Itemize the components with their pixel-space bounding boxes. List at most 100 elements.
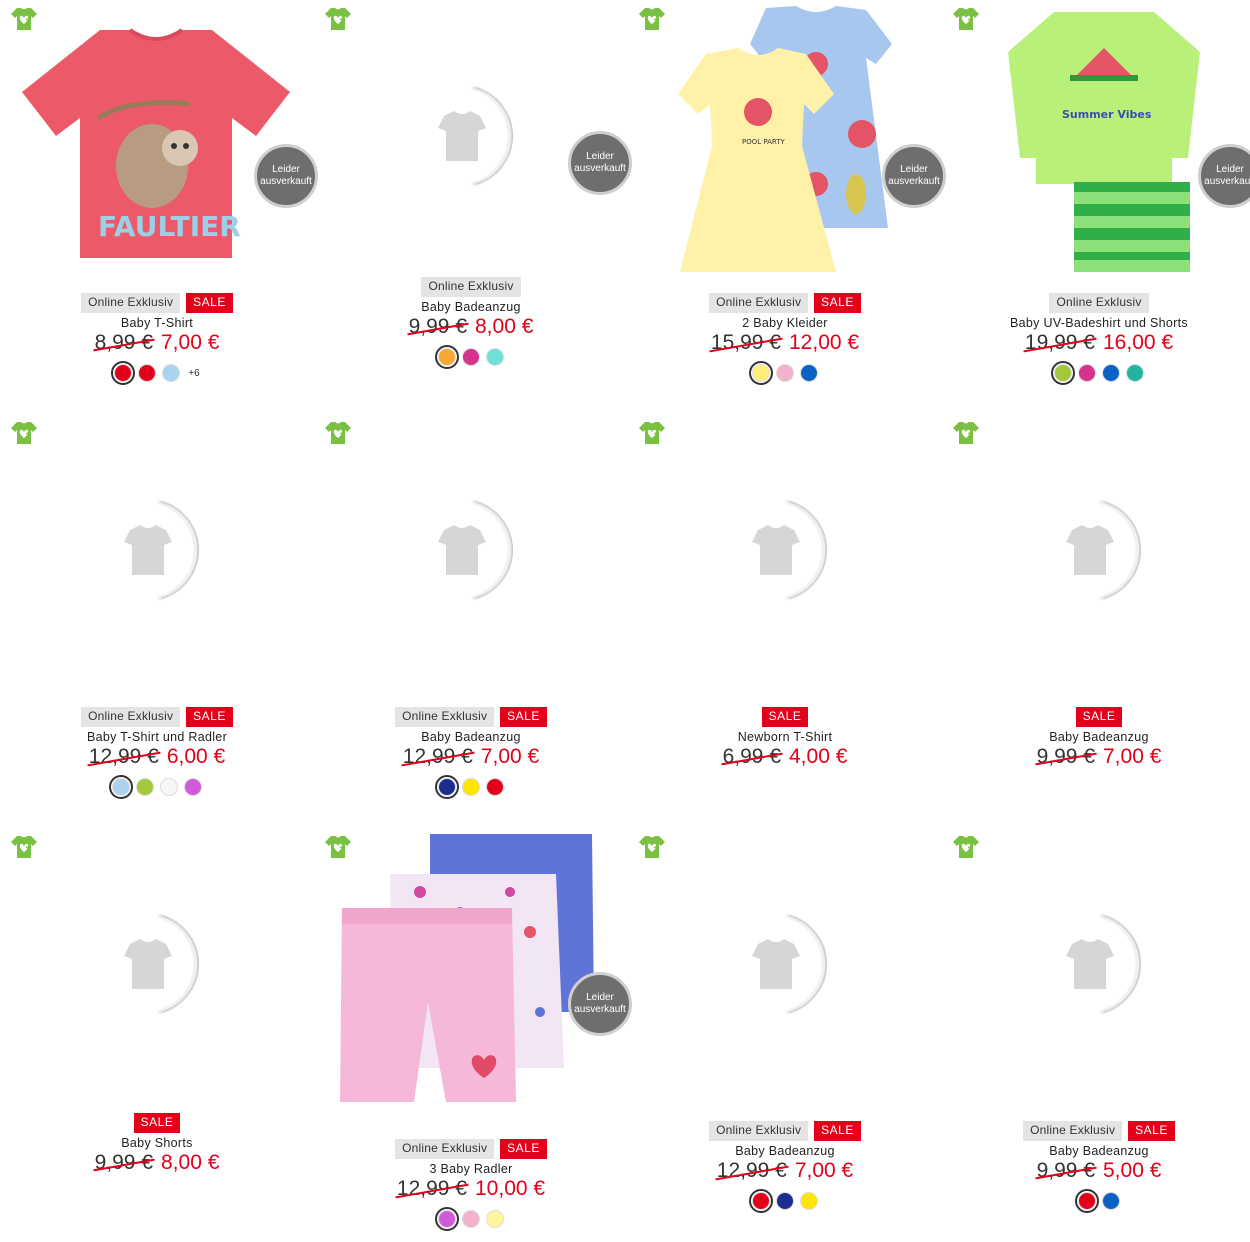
product-name[interactable]: Newborn T-Shirt — [628, 730, 942, 744]
swimshirt-image[interactable]: Summer Vibes — [1004, 8, 1204, 276]
product-image-area[interactable] — [8, 828, 308, 1108]
product-card[interactable]: Leider ausverkauft Online Exklusiv Baby Bad… — [314, 0, 632, 414]
product-image-area[interactable] — [636, 414, 936, 694]
leggings-image[interactable] — [330, 832, 620, 1106]
product-image-area[interactable]: POOL PARTY — [636, 0, 936, 280]
product-card[interactable]: Leider ausverkauft Online Exklusiv SALE 3 Ba… — [314, 828, 632, 1242]
color-swatch[interactable] — [486, 348, 504, 366]
placeholder-image[interactable] — [404, 490, 524, 610]
product-card[interactable]: FAULTIER Leider ausverkauft Online Exklusiv… — [0, 0, 318, 414]
price-row: 12,99 € 7,00 € — [628, 1159, 942, 1183]
product-image-area[interactable]: Summer Vibes — [950, 0, 1250, 280]
online-exclusive-badge: Online Exklusiv — [395, 707, 495, 727]
color-swatch[interactable] — [435, 775, 459, 799]
color-swatch[interactable] — [109, 775, 133, 799]
sale-price: 5,00 € — [1103, 1159, 1162, 1182]
product-card[interactable]: Summer Vibes Leiderausverkauft Online Exkl… — [942, 0, 1250, 414]
product-name[interactable]: 3 Baby Radler — [314, 1162, 628, 1176]
placeholder-image[interactable] — [90, 490, 210, 610]
product-name[interactable]: Baby Badeanzug — [314, 730, 628, 744]
online-exclusive-badge: Online Exklusiv — [709, 293, 809, 313]
product-name[interactable]: Baby Badeanzug — [942, 1144, 1250, 1158]
product-image-area[interactable] — [950, 414, 1250, 694]
color-swatch[interactable] — [1102, 1192, 1120, 1210]
badge-row: Online Exklusiv — [314, 277, 628, 297]
sale-badge: SALE — [814, 1121, 861, 1141]
more-colors-count[interactable]: +6 — [188, 368, 199, 379]
color-swatch[interactable] — [749, 361, 773, 385]
product-name[interactable]: Baby Badeanzug — [628, 1144, 942, 1158]
sale-price: 8,00 € — [475, 315, 534, 338]
color-swatch[interactable] — [184, 778, 202, 796]
color-swatch[interactable] — [160, 778, 178, 796]
color-swatch[interactable] — [800, 364, 818, 382]
color-swatch[interactable] — [1078, 364, 1096, 382]
product-card[interactable]: SALE Baby Badeanzug 9,99 € 7,00 € — [942, 414, 1250, 828]
product-image-area[interactable] — [636, 828, 936, 1108]
product-card[interactable]: POOL PARTY Leider ausverkauft Online Exklus… — [628, 0, 946, 414]
product-info: SALE Baby Shorts 9,99 € 8,00 € — [0, 1113, 314, 1175]
product-card[interactable]: Online Exklusiv SALE Baby Badeanzug 12,99 €… — [314, 414, 628, 828]
product-name[interactable]: Baby UV-Badeshirt und Shorts — [942, 316, 1250, 330]
placeholder-image[interactable] — [718, 490, 838, 610]
product-image-area[interactable] — [950, 828, 1250, 1108]
price-row: 9,99 € 8,00 € — [314, 315, 628, 339]
online-exclusive-badge: Online Exklusiv — [709, 1121, 809, 1141]
product-name[interactable]: Baby Shorts — [0, 1136, 314, 1150]
product-card[interactable]: Online Exklusiv SALE Baby Badeanzug 12,99 €… — [628, 828, 942, 1242]
sloth-tshirt-image[interactable]: FAULTIER — [20, 26, 292, 262]
old-price: 12,99 € — [716, 1159, 787, 1182]
placeholder-image[interactable] — [1032, 490, 1152, 610]
color-swatch[interactable] — [800, 1192, 818, 1210]
product-image-area[interactable] — [322, 828, 622, 1108]
product-name[interactable]: Baby T-Shirt — [0, 316, 314, 330]
badge-row: Online Exklusiv SALE — [628, 1121, 942, 1141]
product-name[interactable]: Baby T-Shirt und Radler — [0, 730, 314, 744]
color-swatch[interactable] — [776, 364, 794, 382]
color-swatch[interactable] — [435, 1207, 459, 1231]
color-swatch[interactable] — [462, 348, 480, 366]
badge-row: Online Exklusiv SALE — [0, 707, 314, 727]
color-swatch[interactable] — [462, 1210, 480, 1228]
color-swatch[interactable] — [1126, 364, 1144, 382]
product-name[interactable]: Baby Badeanzug — [314, 300, 628, 314]
placeholder-image[interactable] — [404, 76, 524, 196]
color-swatch[interactable] — [462, 778, 480, 796]
color-swatch[interactable] — [111, 361, 136, 385]
product-card[interactable]: SALE Baby Shorts 9,99 € 8,00 € — [0, 828, 314, 1242]
color-swatch[interactable] — [136, 778, 154, 796]
color-swatch[interactable] — [162, 364, 181, 382]
product-name[interactable]: 2 Baby Kleider — [628, 316, 942, 330]
product-image-area[interactable] — [8, 414, 308, 694]
old-price: 19,99 € — [1024, 331, 1095, 354]
product-name[interactable]: Baby Badeanzug — [942, 730, 1250, 744]
product-image-area[interactable]: FAULTIER — [8, 0, 308, 280]
dresses-image[interactable]: POOL PARTY — [666, 4, 906, 276]
color-swatch[interactable] — [435, 345, 459, 369]
color-swatch[interactable] — [776, 1192, 794, 1210]
product-card[interactable]: Online Exklusiv SALE Baby Badeanzug 9,99 € 5… — [942, 828, 1250, 1242]
placeholder-image[interactable] — [90, 904, 210, 1024]
color-swatch[interactable] — [1075, 1189, 1099, 1213]
placeholder-image[interactable] — [1032, 904, 1152, 1024]
eco-tshirt-icon — [10, 420, 38, 446]
badge-row: Online Exklusiv SALE — [628, 293, 942, 313]
color-swatch[interactable] — [749, 1189, 773, 1213]
price-row: 12,99 € 10,00 € — [314, 1177, 628, 1201]
color-swatch[interactable] — [1051, 361, 1075, 385]
placeholder-image[interactable] — [718, 904, 838, 1024]
price-row: 6,99 € 4,00 € — [628, 745, 942, 769]
color-swatches — [314, 1207, 628, 1231]
product-card[interactable]: Online Exklusiv SALE Baby T-Shirt und Radl… — [0, 414, 314, 828]
price-row: 12,99 € 7,00 € — [314, 745, 628, 769]
price-row: 9,99 € 8,00 € — [0, 1151, 314, 1175]
product-card[interactable]: SALE Newborn T-Shirt 6,99 € 4,00 € — [628, 414, 942, 828]
badge-row: SALE — [0, 1113, 314, 1133]
color-swatch[interactable] — [1102, 364, 1120, 382]
product-image-area[interactable] — [322, 414, 622, 694]
color-swatch[interactable] — [486, 778, 504, 796]
sold-out-line-1: Leider — [586, 992, 614, 1003]
color-swatch[interactable] — [138, 364, 157, 382]
svg-text:POOL PARTY: POOL PARTY — [742, 138, 786, 146]
color-swatch[interactable] — [486, 1210, 504, 1228]
